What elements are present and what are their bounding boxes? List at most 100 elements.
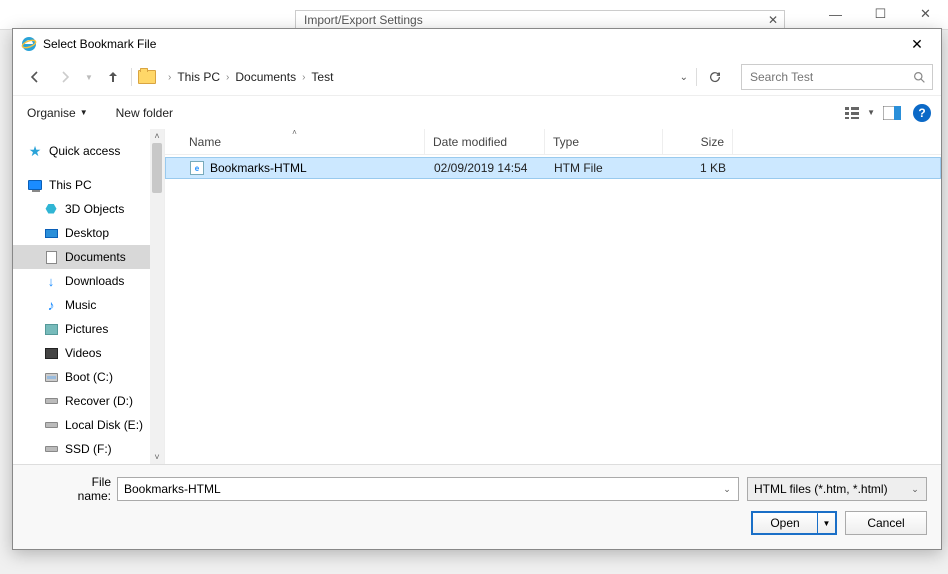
dialog-close-button[interactable]: ✕ [897, 30, 937, 58]
file-size: 1 KB [664, 161, 734, 175]
disk-icon [43, 393, 59, 409]
nav-up-button[interactable] [99, 63, 127, 91]
sidebar-item-3d-objects[interactable]: ⬣ 3D Objects [13, 197, 150, 221]
dialog-titlebar: Select Bookmark File ✕ [13, 29, 941, 59]
preview-pane-button[interactable] [881, 102, 903, 124]
sidebar-item-ssd-f[interactable]: SSD (F:) [13, 437, 150, 461]
nav-forward-button[interactable] [51, 63, 79, 91]
sidebar-item-boot-c[interactable]: Boot (C:) [13, 365, 150, 389]
sidebar-label: Quick access [49, 144, 120, 158]
open-button[interactable]: Open ▼ [751, 511, 837, 535]
column-date[interactable]: Date modified [425, 129, 545, 154]
open-dropdown-icon[interactable]: ▼ [817, 513, 835, 533]
background-dialog-close-icon[interactable]: ✕ [768, 13, 778, 27]
cancel-label: Cancel [867, 516, 904, 530]
sort-ascending-icon: ˄ [292, 128, 297, 137]
internet-explorer-icon [21, 36, 37, 52]
disk-icon [43, 441, 59, 457]
chevron-down-icon[interactable]: ⌄ [718, 480, 736, 498]
file-name-value: Bookmarks-HTML [124, 482, 221, 496]
parent-minimize-button[interactable]: ― [813, 0, 858, 28]
chevron-down-icon[interactable]: ▼ [867, 108, 875, 117]
sidebar-item-music[interactable]: ♪ Music [13, 293, 150, 317]
chevron-down-icon: ▼ [80, 108, 88, 117]
videos-icon [43, 345, 59, 361]
organise-label: Organise [27, 106, 76, 120]
nav-back-button[interactable] [21, 63, 49, 91]
sidebar-item-documents[interactable]: Documents [13, 245, 150, 269]
sidebar-label: 3D Objects [65, 202, 124, 216]
sidebar-label: Local Disk (E:) [65, 418, 143, 432]
cube-icon: ⬣ [43, 201, 59, 217]
sidebar-item-local-disk-e[interactable]: Local Disk (E:) [13, 413, 150, 437]
parent-maximize-button[interactable]: ☐ [858, 0, 903, 28]
scroll-up-icon[interactable]: ˄ [150, 129, 164, 143]
sidebar-label: This PC [49, 178, 92, 192]
file-open-dialog: Select Bookmark File ✕ ▼ › This PC › Doc… [12, 28, 942, 550]
parent-close-button[interactable]: ✕ [903, 0, 948, 28]
toolbar: Organise ▼ New folder ▼ ? [13, 95, 941, 129]
file-date: 02/09/2019 14:54 [426, 161, 546, 175]
file-name-input[interactable]: Bookmarks-HTML ⌄ [117, 477, 739, 501]
column-name-label: Name [189, 135, 221, 149]
sidebar-item-downloads[interactable]: ↓ Downloads [13, 269, 150, 293]
sidebar-item-videos[interactable]: Videos [13, 341, 150, 365]
chevron-down-icon[interactable]: ⌄ [906, 480, 924, 498]
sidebar-scrollbar[interactable]: ˄ ˅ [150, 129, 164, 464]
sidebar-label: Music [65, 298, 96, 312]
dialog-title: Select Bookmark File [43, 37, 897, 51]
sidebar-label: Documents [65, 250, 126, 264]
sidebar-item-this-pc[interactable]: This PC [13, 173, 150, 197]
html-file-icon: e [190, 161, 204, 175]
address-bar: ▼ › This PC › Documents › Test ⌄ [13, 59, 941, 95]
view-options-button[interactable] [843, 102, 865, 124]
breadcrumb-test[interactable]: Test [311, 70, 333, 84]
open-label: Open [770, 516, 799, 530]
scroll-thumb[interactable] [152, 143, 162, 193]
music-icon: ♪ [43, 297, 59, 313]
sidebar-label: Boot (C:) [65, 370, 113, 384]
nav-separator [696, 68, 697, 86]
sidebar-item-pictures[interactable]: Pictures [13, 317, 150, 341]
chevron-right-icon[interactable]: › [168, 72, 171, 83]
breadcrumb-this-pc[interactable]: This PC [177, 70, 220, 84]
nav-recent-dropdown[interactable]: ▼ [81, 63, 97, 91]
sidebar-label: Recover (D:) [65, 394, 133, 408]
column-type[interactable]: Type [545, 129, 663, 154]
cancel-button[interactable]: Cancel [845, 511, 927, 535]
column-headers: Name ˄ Date modified Type Size [165, 129, 941, 155]
file-type-filter[interactable]: HTML files (*.htm, *.html) ⌄ [747, 477, 927, 501]
search-icon[interactable] [913, 71, 926, 84]
chevron-right-icon[interactable]: › [226, 72, 229, 83]
scroll-down-icon[interactable]: ˅ [150, 450, 164, 464]
organise-menu[interactable]: Organise ▼ [27, 106, 88, 120]
sidebar-item-desktop[interactable]: Desktop [13, 221, 150, 245]
search-input[interactable] [748, 69, 913, 85]
disk-icon [43, 417, 59, 433]
background-dialog-title: Import/Export Settings ✕ [295, 10, 785, 30]
sidebar-item-recover-d[interactable]: Recover (D:) [13, 389, 150, 413]
dialog-footer: File name: Bookmarks-HTML ⌄ HTML files (… [13, 464, 941, 549]
document-icon [43, 249, 59, 265]
drive-icon [43, 369, 59, 385]
file-row[interactable]: e Bookmarks-HTML 02/09/2019 14:54 HTM Fi… [165, 157, 941, 179]
breadcrumb-documents[interactable]: Documents [235, 70, 296, 84]
sidebar-label: Desktop [65, 226, 109, 240]
sidebar-item-quick-access[interactable]: ★ Quick access [13, 139, 150, 163]
help-button[interactable]: ? [913, 104, 931, 122]
column-size[interactable]: Size [663, 129, 733, 154]
refresh-button[interactable] [701, 63, 729, 91]
column-name[interactable]: Name ˄ [165, 129, 425, 154]
nav-separator [131, 68, 132, 86]
file-type-value: HTML files (*.htm, *.html) [754, 482, 888, 496]
new-folder-button[interactable]: New folder [116, 106, 173, 120]
sidebar-label: SSD (F:) [65, 442, 112, 456]
folder-icon [138, 70, 156, 84]
sidebar-label: Downloads [65, 274, 124, 288]
star-icon: ★ [27, 143, 43, 159]
pictures-icon [43, 321, 59, 337]
address-dropdown-icon[interactable]: ⌄ [680, 72, 688, 83]
search-box[interactable] [741, 64, 933, 90]
chevron-right-icon[interactable]: › [302, 72, 305, 83]
pc-icon [27, 177, 43, 193]
